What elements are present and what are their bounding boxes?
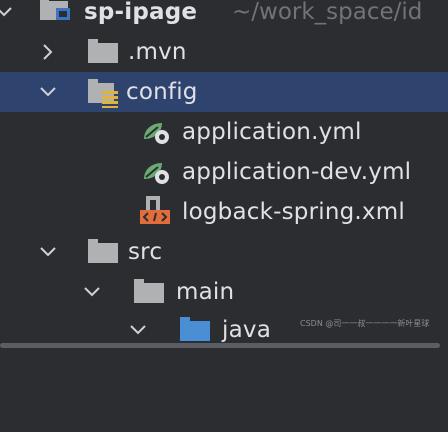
chevron-down-icon[interactable] (38, 72, 58, 112)
xml-file-icon (140, 196, 172, 224)
tree-label-src: src (128, 239, 163, 265)
folder-icon (88, 239, 120, 265)
chevron-right-icon[interactable] (38, 32, 58, 72)
tree-row-project-root[interactable]: sp-ipage ~/work_space/id (0, 0, 448, 32)
tree-label-main: main (176, 279, 235, 305)
horizontal-scrollbar-thumb[interactable] (0, 343, 440, 348)
watermark: CSDN @司一一叔一一一一新叶星球 (300, 319, 430, 328)
chevron-down-icon[interactable] (82, 272, 102, 312)
project-name: sp-ipage (84, 0, 198, 25)
tree-label-application-dev-yml: application-dev.yml (182, 159, 412, 185)
chevron-down-icon[interactable] (38, 232, 58, 272)
spring-config-icon (140, 159, 172, 185)
module-folder-icon (40, 0, 72, 22)
tree-row-mvn[interactable]: .mvn (0, 32, 448, 72)
chevron-down-icon[interactable] (0, 0, 14, 32)
project-tree: sp-ipage ~/work_space/id .mvn config app… (0, 0, 448, 432)
tree-row-config[interactable]: config (0, 72, 448, 112)
tree-row-logback-xml[interactable]: logback-spring.xml (0, 192, 448, 232)
resources-folder-icon (88, 79, 120, 108)
tree-row-main[interactable]: main (0, 272, 448, 312)
tree-label-application-yml: application.yml (182, 119, 362, 145)
tree-label-config: config (126, 79, 198, 105)
folder-icon (134, 279, 166, 305)
project-path: ~/work_space/id (232, 0, 423, 25)
spring-config-icon (140, 119, 172, 145)
tree-label-mvn: .mvn (128, 39, 187, 65)
tree-label-logback-xml: logback-spring.xml (182, 199, 405, 225)
folder-icon (88, 39, 120, 65)
tree-row-application-yml[interactable]: application.yml (0, 112, 448, 152)
tree-row-src[interactable]: src (0, 232, 448, 272)
tree-row-application-dev-yml[interactable]: application-dev.yml (0, 152, 448, 192)
source-folder-icon (180, 317, 212, 343)
